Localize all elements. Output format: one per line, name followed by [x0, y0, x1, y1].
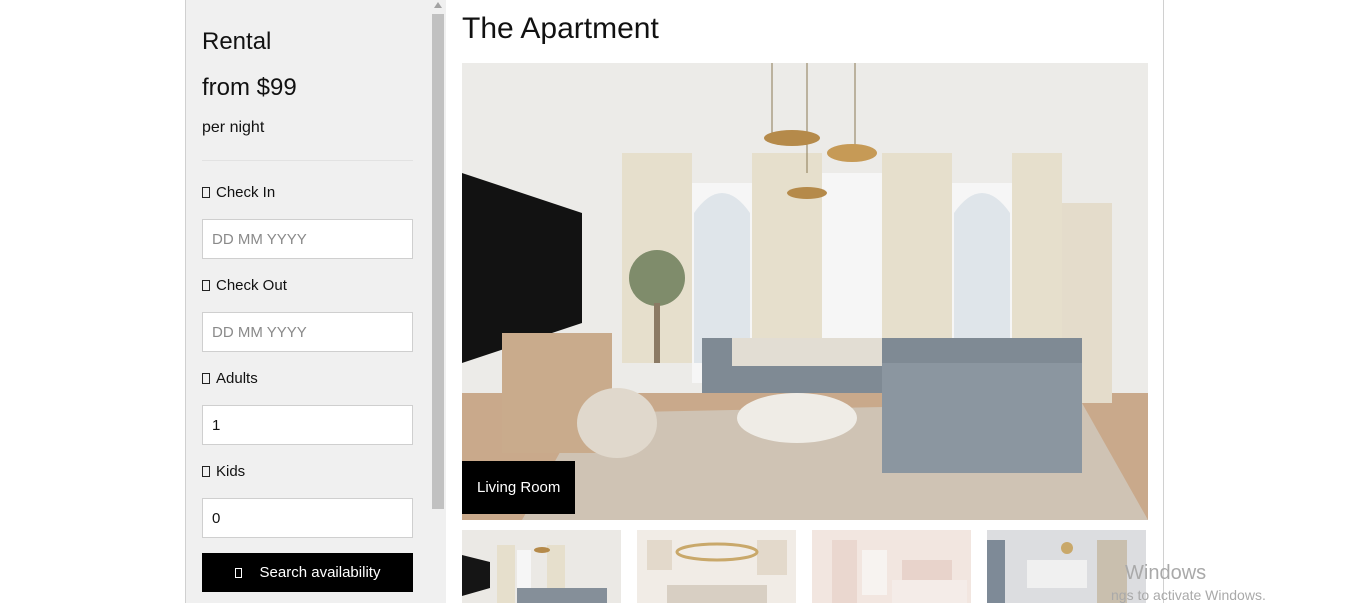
os-activation-watermark-subtext: ngs to activate Windows.	[1111, 587, 1266, 603]
adults-label: Adults	[202, 370, 258, 387]
calendar-icon	[202, 187, 210, 198]
thumbnail-strip	[462, 530, 1148, 603]
thumbnail-bedroom[interactable]	[812, 530, 971, 603]
search-availability-button[interactable]: Search availability	[202, 553, 413, 592]
search-button-label: Search availability	[259, 564, 381, 581]
check-out-label-text: Check Out	[216, 277, 287, 294]
check-out-label: Check Out	[202, 277, 287, 294]
os-activation-watermark: Windows	[1125, 562, 1207, 584]
scrollbar-thumb[interactable]	[432, 14, 444, 509]
divider	[202, 160, 413, 161]
living-room-photo	[462, 63, 1148, 520]
check-out-input[interactable]	[202, 312, 413, 352]
hero-caption: Living Room	[462, 461, 576, 514]
adults-input[interactable]	[202, 405, 413, 445]
search-icon	[234, 568, 242, 578]
user-icon	[202, 373, 210, 384]
page-container: Rental from $99 per night Check In Check…	[185, 0, 1164, 603]
calendar-icon	[202, 280, 210, 291]
price-from: from $99	[202, 74, 297, 101]
adults-label-text: Adults	[216, 370, 258, 387]
check-in-label-text: Check In	[216, 184, 276, 201]
kids-label: Kids	[202, 463, 245, 480]
price-unit: per night	[202, 119, 265, 136]
child-icon	[202, 466, 210, 477]
thumbnail-dining-room[interactable]	[637, 530, 796, 603]
thumbnail-image	[462, 530, 621, 603]
hero-image[interactable]: Living Room	[462, 63, 1148, 520]
main-content: The Apartment Living Room	[462, 0, 1150, 603]
scroll-up-arrow-icon[interactable]	[434, 2, 442, 8]
check-in-input[interactable]	[202, 219, 413, 259]
check-in-label: Check In	[202, 184, 275, 201]
thumbnail-image	[637, 530, 796, 603]
thumbnail-living-room[interactable]	[462, 530, 621, 603]
kids-label-text: Kids	[216, 463, 246, 480]
sidebar-scrollbar[interactable]	[430, 0, 446, 603]
booking-sidebar: Rental from $99 per night Check In Check…	[186, 0, 446, 603]
rental-title: Rental	[202, 28, 272, 55]
page-title: The Apartment	[462, 12, 659, 45]
thumbnail-image	[812, 530, 971, 603]
kids-input[interactable]	[202, 498, 413, 538]
